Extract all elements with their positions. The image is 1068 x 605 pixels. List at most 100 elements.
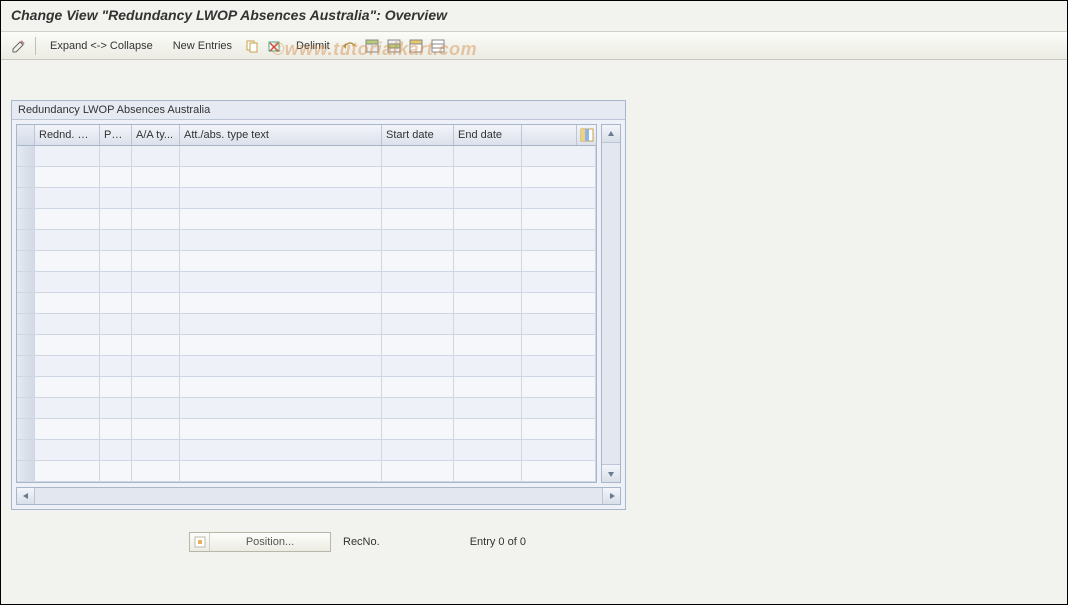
cell[interactable] — [382, 272, 454, 292]
cell[interactable] — [382, 356, 454, 376]
table-row[interactable] — [17, 251, 596, 272]
cell[interactable] — [132, 356, 180, 376]
cell[interactable] — [382, 398, 454, 418]
cell[interactable] — [382, 167, 454, 187]
cell[interactable] — [382, 314, 454, 334]
cell[interactable] — [180, 398, 382, 418]
cell[interactable] — [132, 230, 180, 250]
cell[interactable] — [100, 356, 132, 376]
cell[interactable] — [454, 230, 522, 250]
cell[interactable] — [180, 146, 382, 166]
cell[interactable] — [132, 314, 180, 334]
expand-collapse-button[interactable]: Expand <-> Collapse — [42, 38, 161, 54]
data-grid[interactable]: Rednd. M... PSG A/A ty... Att./abs. type… — [16, 124, 597, 483]
cell[interactable] — [454, 377, 522, 397]
table-row[interactable] — [17, 335, 596, 356]
col-header-text[interactable]: Att./abs. type text — [180, 125, 382, 145]
cell[interactable] — [35, 377, 100, 397]
cell[interactable] — [35, 188, 100, 208]
col-header-end[interactable]: End date — [454, 125, 522, 145]
table-row[interactable] — [17, 398, 596, 419]
table-row[interactable] — [17, 293, 596, 314]
cell[interactable] — [454, 209, 522, 229]
row-selector[interactable] — [17, 398, 35, 418]
cell[interactable] — [454, 440, 522, 460]
new-entries-button[interactable]: New Entries — [165, 38, 240, 54]
cell[interactable] — [132, 272, 180, 292]
cell[interactable] — [35, 461, 100, 481]
cell[interactable] — [454, 461, 522, 481]
row-selector[interactable] — [17, 188, 35, 208]
scroll-down-icon[interactable] — [602, 464, 620, 482]
cell[interactable] — [454, 293, 522, 313]
col-header-start[interactable]: Start date — [382, 125, 454, 145]
cell[interactable] — [132, 188, 180, 208]
cell[interactable] — [454, 356, 522, 376]
table-row[interactable] — [17, 461, 596, 482]
row-selector[interactable] — [17, 440, 35, 460]
cell[interactable] — [132, 293, 180, 313]
cell[interactable] — [35, 146, 100, 166]
row-selector[interactable] — [17, 461, 35, 481]
table-settings-icon[interactable] — [576, 125, 596, 145]
cell[interactable] — [180, 314, 382, 334]
table-row[interactable] — [17, 419, 596, 440]
table-row[interactable] — [17, 146, 596, 167]
cell[interactable] — [100, 167, 132, 187]
cell[interactable] — [454, 419, 522, 439]
select-block-icon[interactable] — [384, 36, 404, 56]
cell[interactable] — [180, 293, 382, 313]
row-selector[interactable] — [17, 377, 35, 397]
cell[interactable] — [382, 209, 454, 229]
cell[interactable] — [100, 419, 132, 439]
cell[interactable] — [100, 188, 132, 208]
cell[interactable] — [382, 377, 454, 397]
cell[interactable] — [454, 398, 522, 418]
scroll-track-v[interactable] — [602, 143, 620, 464]
scroll-right-icon[interactable] — [602, 488, 620, 504]
cell[interactable] — [100, 377, 132, 397]
table-row[interactable] — [17, 314, 596, 335]
cell[interactable] — [180, 377, 382, 397]
row-selector[interactable] — [17, 419, 35, 439]
cell[interactable] — [454, 167, 522, 187]
cell[interactable] — [35, 335, 100, 355]
cell[interactable] — [100, 209, 132, 229]
cell[interactable] — [180, 167, 382, 187]
cell[interactable] — [100, 272, 132, 292]
row-selector[interactable] — [17, 335, 35, 355]
cell[interactable] — [382, 293, 454, 313]
vertical-scrollbar[interactable] — [601, 124, 621, 483]
cell[interactable] — [35, 398, 100, 418]
cell[interactable] — [132, 377, 180, 397]
select-all-icon[interactable] — [362, 36, 382, 56]
cell[interactable] — [180, 461, 382, 481]
cell[interactable] — [35, 314, 100, 334]
cell[interactable] — [132, 398, 180, 418]
cell[interactable] — [454, 251, 522, 271]
cell[interactable] — [180, 356, 382, 376]
pencil-icon[interactable] — [9, 36, 29, 56]
cell[interactable] — [35, 209, 100, 229]
cell[interactable] — [100, 293, 132, 313]
cell[interactable] — [132, 251, 180, 271]
table-row[interactable] — [17, 440, 596, 461]
table-row[interactable] — [17, 188, 596, 209]
cell[interactable] — [100, 230, 132, 250]
cell[interactable] — [454, 335, 522, 355]
cell[interactable] — [382, 419, 454, 439]
cell[interactable] — [100, 461, 132, 481]
cell[interactable] — [454, 314, 522, 334]
undo-icon[interactable] — [340, 36, 360, 56]
cell[interactable] — [180, 251, 382, 271]
cell[interactable] — [382, 188, 454, 208]
row-selector[interactable] — [17, 146, 35, 166]
horizontal-scrollbar[interactable] — [16, 487, 621, 505]
cell[interactable] — [382, 335, 454, 355]
row-selector[interactable] — [17, 314, 35, 334]
cell[interactable] — [382, 251, 454, 271]
delete-icon[interactable] — [264, 36, 284, 56]
cell[interactable] — [382, 146, 454, 166]
row-selector-header[interactable] — [17, 125, 35, 145]
cell[interactable] — [100, 335, 132, 355]
